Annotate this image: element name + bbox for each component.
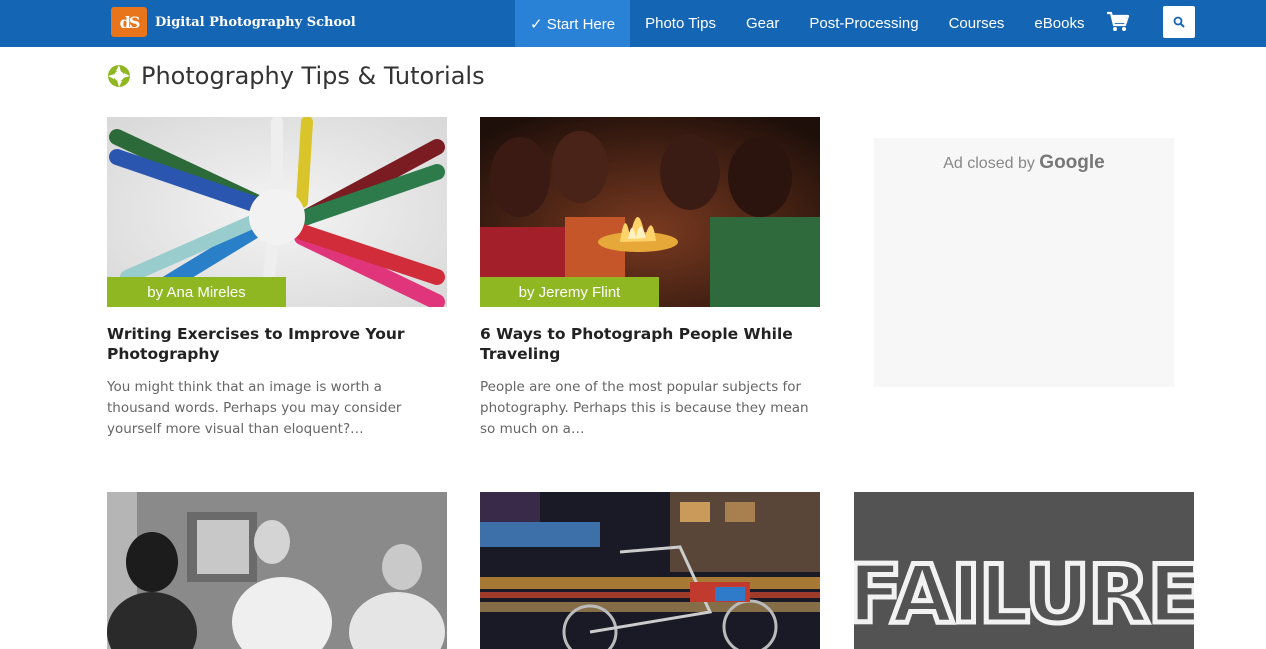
photographers-bw-thumb[interactable] (107, 492, 447, 649)
nav-start-here[interactable]: ✓ Start Here (515, 0, 631, 47)
author-badge[interactable]: by Jeremy Flint (480, 277, 659, 307)
shopping-cart-icon[interactable] (1106, 11, 1132, 35)
page-heading: Photography Tips & Tutorials (107, 62, 485, 90)
search-button[interactable] (1163, 6, 1195, 38)
article-title[interactable]: 6 Ways to Photograph People While Travel… (480, 324, 820, 364)
night-street-thumb[interactable] (480, 492, 820, 649)
nav-gear[interactable]: Gear (731, 0, 794, 47)
article-image-festival[interactable]: by Jeremy Flint (480, 117, 820, 307)
search-icon (1173, 16, 1185, 28)
article-excerpt: You might think that an image is worth a… (107, 379, 402, 437)
author-badge[interactable]: by Ana Mireles (107, 277, 286, 307)
nav-ebooks[interactable]: eBooks (1019, 0, 1099, 47)
ad-placeholder: Ad closed by Google (874, 138, 1174, 387)
article-image-markers[interactable]: by Ana Mireles (107, 117, 447, 307)
chalkboard-caption: FAILURE (854, 548, 1194, 641)
article-card[interactable]: by Ana Mireles Writing Exercises to Impr… (107, 117, 447, 440)
article-excerpt: People are one of the most popular subje… (480, 379, 809, 437)
nav-courses[interactable]: Courses (934, 0, 1020, 47)
nav-photo-tips[interactable]: Photo Tips (630, 0, 731, 47)
google-logo: Google (1039, 152, 1105, 173)
site-name: Digital Photography School (155, 14, 356, 30)
site-logo[interactable]: dS Digital Photography School (111, 7, 356, 37)
logo-mark: dS (111, 7, 147, 37)
failure-chalkboard-thumb[interactable]: FAILURE (854, 492, 1194, 649)
article-title[interactable]: Writing Exercises to Improve Your Photog… (107, 324, 447, 364)
article-card[interactable]: by Jeremy Flint 6 Ways to Photograph Peo… (480, 117, 820, 440)
main-nav: ✓ Start Here Photo Tips Gear Post-Proces… (515, 0, 1099, 47)
nav-post-processing[interactable]: Post-Processing (794, 0, 933, 47)
aperture-icon (108, 65, 130, 87)
site-header: dS Digital Photography School ✓ Start He… (0, 0, 1266, 47)
page-title: Photography Tips & Tutorials (141, 62, 485, 90)
ad-closed-text: Ad closed by Google (943, 152, 1105, 173)
